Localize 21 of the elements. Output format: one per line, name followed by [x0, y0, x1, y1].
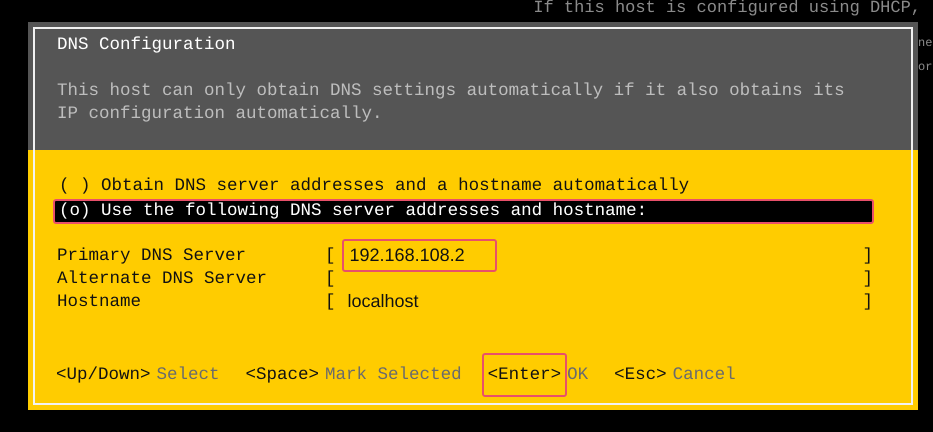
background-text: If this host is configured using DHCP,: [533, 0, 921, 17]
dialog-title: DNS Configuration: [57, 34, 237, 57]
key-hint: <Space>: [244, 364, 320, 387]
key-hint: <Enter>: [482, 353, 568, 397]
field-label: Hostname: [57, 292, 142, 312]
key-action: Mark Selected: [325, 365, 462, 385]
background-text: ne: [918, 36, 932, 50]
key-hint: <Up/Down>: [55, 364, 152, 387]
key-action: Select: [156, 365, 220, 385]
key-action: Cancel: [672, 365, 736, 385]
key-action: OK: [567, 365, 588, 385]
radio-option[interactable]: ( ) Obtain DNS server addresses and a hostname automatically: [53, 174, 874, 199]
radio-option[interactable]: (o) Use the following DNS server addresses and hostname:: [53, 199, 874, 224]
field-label: Alternate DNS Server: [57, 268, 268, 288]
field-label: Primary DNS Server: [57, 246, 248, 266]
key-hint: <Esc>: [613, 364, 668, 387]
input-field[interactable]: [ localhost ]: [325, 289, 873, 314]
field-value: localhost: [346, 290, 420, 313]
background-text: or: [918, 60, 932, 74]
dialog-description: This host can only obtain DNS settings automatically if it also obtains its IP configuration automatically.: [57, 80, 846, 126]
field-value: 192.168.108.2: [342, 239, 497, 272]
